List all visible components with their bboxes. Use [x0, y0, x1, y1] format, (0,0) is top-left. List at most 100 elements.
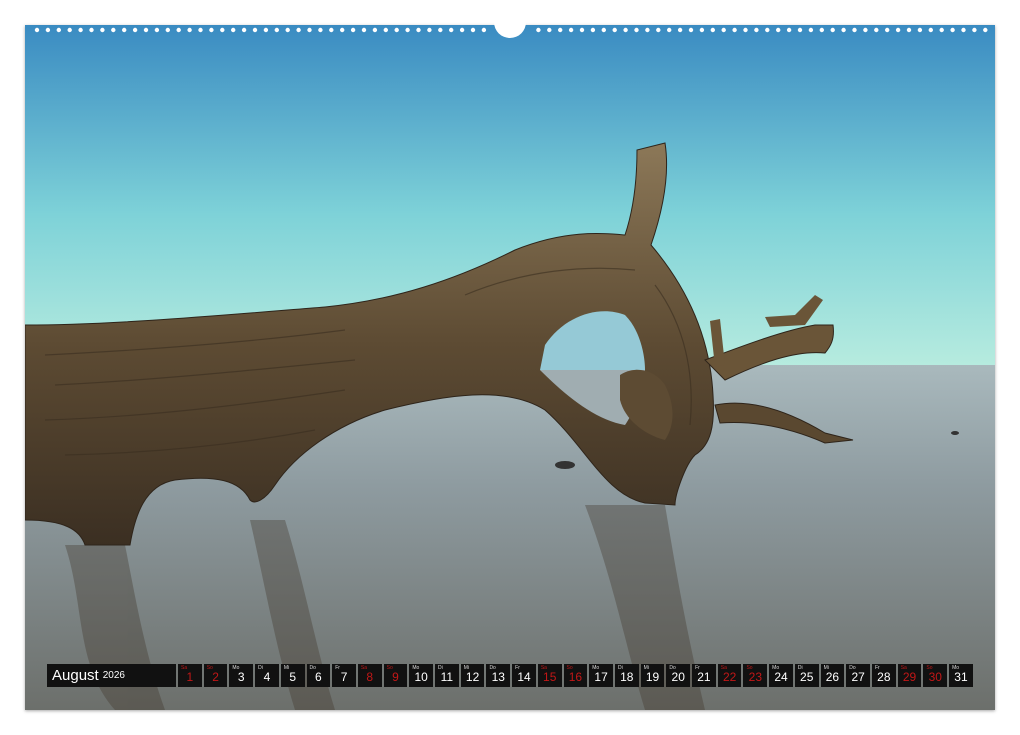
binding-hole — [394, 27, 399, 33]
binding-hole — [841, 27, 846, 33]
binding-hole — [568, 27, 574, 33]
binding-hole — [579, 27, 585, 33]
day-cell: So 30 — [923, 664, 948, 687]
binding-hole — [939, 27, 944, 33]
day-number: 11 — [440, 670, 454, 684]
day-number: 24 — [774, 670, 788, 684]
calendar-strip: August 2026 Sa 1 So 2 Mo 3 Di 4 Mi 5 Do 6 Fr 7 Sa 8 So 9 M… — [47, 664, 973, 687]
binding-hole — [78, 27, 83, 33]
day-cell: Di 18 — [614, 664, 639, 687]
binding-hole — [187, 27, 192, 33]
day-number: 31 — [954, 670, 968, 684]
day-number: 8 — [366, 670, 374, 684]
day-number: 9 — [392, 670, 399, 684]
binding-hole — [797, 27, 803, 33]
binding-hole — [209, 27, 214, 33]
binding-hole — [928, 27, 933, 33]
binding-hole — [165, 27, 170, 33]
binding-hole — [459, 27, 465, 33]
day-number: 6 — [315, 670, 322, 684]
binding-hole — [819, 27, 824, 33]
binding-hole — [765, 27, 770, 33]
day-number: 28 — [877, 670, 891, 684]
binding-hole — [383, 27, 388, 33]
day-cell: Di 4 — [255, 664, 279, 687]
binding-hole — [776, 27, 781, 33]
day-number: 14 — [517, 670, 531, 684]
binding-hole — [830, 27, 835, 33]
day-number: 23 — [748, 670, 762, 684]
day-number: 2 — [212, 670, 219, 684]
binding-hole — [89, 27, 94, 33]
binding-hole — [743, 27, 748, 33]
binding-hole — [449, 27, 454, 33]
day-cell: Mo 24 — [769, 664, 793, 687]
binding-hole — [863, 27, 868, 33]
day-number: 19 — [645, 670, 660, 684]
day-cell: Sa 1 — [178, 664, 202, 687]
binding-hole — [427, 27, 432, 33]
binding-hole — [906, 27, 912, 33]
binding-hole — [372, 27, 378, 33]
binding-hole — [100, 27, 105, 33]
day-number: 15 — [543, 670, 557, 684]
day-number: 1 — [186, 670, 194, 684]
binding-hole — [241, 27, 247, 33]
day-cell: So 23 — [743, 664, 768, 687]
binding-hole — [45, 27, 51, 33]
month-label: August 2026 — [47, 664, 176, 687]
binding-hole — [547, 27, 552, 33]
binding-hole — [111, 27, 116, 33]
day-number: 5 — [289, 670, 296, 684]
binding-hole — [231, 27, 236, 33]
day-number: 16 — [568, 670, 583, 684]
binding-hole — [590, 27, 596, 33]
binding-hole — [132, 27, 138, 33]
day-cell: Mi 5 — [280, 664, 305, 687]
day-number: 3 — [237, 670, 245, 684]
binding-hole — [361, 27, 367, 33]
binding-hole — [481, 27, 487, 33]
day-cell: Mo 31 — [949, 664, 973, 687]
binding-hole — [754, 27, 759, 33]
binding-hole — [667, 27, 672, 33]
binding-hole — [220, 27, 225, 33]
day-cell: Sa 29 — [897, 664, 922, 687]
day-cell: Di 11 — [435, 664, 459, 687]
binding-hole — [961, 27, 966, 33]
day-number: 4 — [263, 670, 271, 684]
day-number: 25 — [800, 670, 814, 684]
day-number: 30 — [928, 670, 942, 684]
binding-hole — [296, 27, 301, 33]
binding-hole — [950, 27, 955, 33]
day-number: 20 — [671, 670, 685, 684]
binding-hole — [885, 27, 890, 33]
binding-hole — [786, 27, 792, 33]
day-cell: Mo 10 — [409, 664, 434, 687]
day-cell: Mo 17 — [589, 664, 613, 687]
day-number: 27 — [851, 670, 865, 684]
day-number: 21 — [697, 670, 711, 684]
binding-hole — [601, 27, 606, 33]
binding-hole — [623, 27, 628, 33]
day-cell: Di 25 — [794, 664, 819, 687]
binding-hole — [198, 27, 203, 33]
day-cell: Mi 12 — [460, 664, 485, 687]
binding-hole — [274, 27, 279, 33]
binding-hole — [307, 27, 312, 33]
binding-hole — [634, 27, 639, 33]
day-number: 26 — [825, 670, 840, 684]
year: 2026 — [102, 670, 125, 681]
day-cells: Sa 1 So 2 Mo 3 Di 4 Mi 5 Do 6 Fr 7 Sa 8 So 9 Mo 10 Di 11 Mi 12 D… — [178, 664, 973, 687]
binding-hole — [688, 27, 694, 33]
day-number: 7 — [340, 670, 348, 684]
binding-hole — [252, 27, 258, 33]
day-cell: Mi 19 — [640, 664, 665, 687]
day-number: 12 — [465, 670, 480, 684]
day-cell: So 16 — [563, 664, 588, 687]
binding-hole — [808, 27, 814, 33]
day-cell: Do 6 — [306, 664, 331, 687]
day-number: 29 — [902, 670, 917, 684]
binding-hole — [732, 27, 737, 33]
day-cell: Mo 3 — [229, 664, 254, 687]
